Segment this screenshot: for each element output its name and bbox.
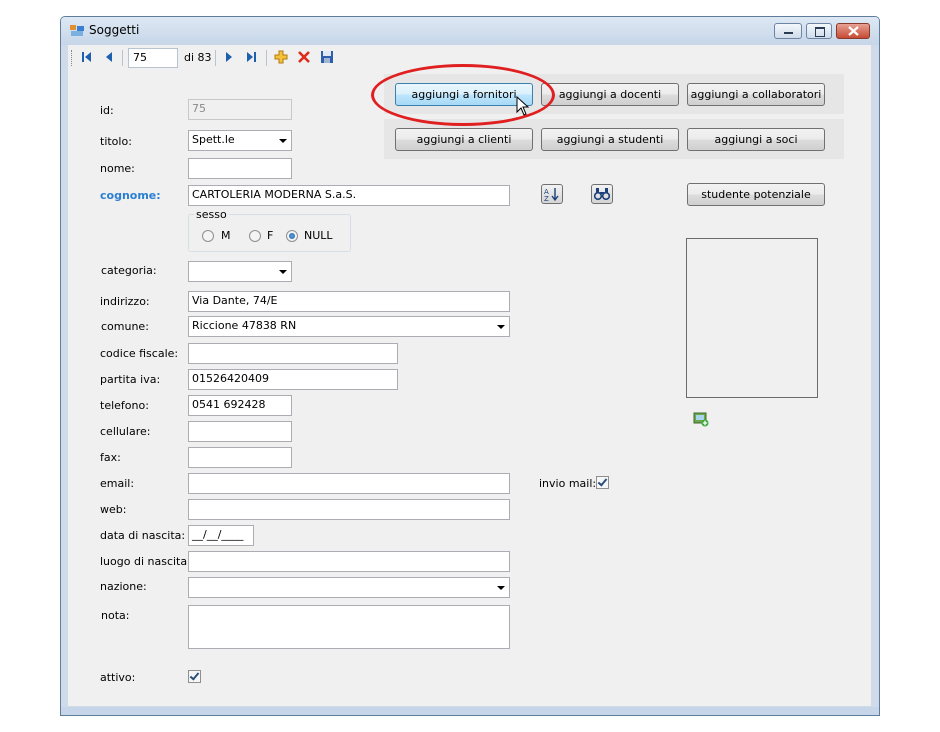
- nota-label: nota:: [101, 609, 130, 622]
- maximize-button[interactable]: [806, 23, 832, 39]
- sesso-f-label: F: [267, 229, 274, 242]
- sesso-label: sesso: [194, 208, 229, 221]
- first-record-icon[interactable]: [81, 51, 93, 63]
- titolo-label: titolo:: [100, 135, 132, 148]
- record-position-input[interactable]: 75: [128, 48, 178, 68]
- sesso-m-radio[interactable]: [202, 230, 214, 242]
- add-to-clients-button[interactable]: aggiungi a clienti: [395, 128, 533, 151]
- codice-fiscale-field[interactable]: [188, 343, 398, 364]
- title-bar: Soggetti: [61, 17, 879, 45]
- comune-label: comune:: [101, 320, 149, 333]
- comune-select[interactable]: Riccione 47838 RN: [188, 316, 510, 337]
- comune-value: Riccione 47838 RN: [192, 319, 297, 332]
- sesso-null-radio[interactable]: [286, 230, 298, 242]
- sesso-f-radio[interactable]: [249, 230, 261, 242]
- previous-record-icon[interactable]: [104, 51, 114, 63]
- close-window-button[interactable]: [836, 23, 870, 39]
- window-bottom-frame: [61, 707, 879, 715]
- partita-iva-field[interactable]: 01526420409: [188, 369, 398, 390]
- record-count-label: di 83: [184, 51, 212, 64]
- search-button[interactable]: [591, 184, 613, 204]
- nome-field[interactable]: [188, 158, 292, 179]
- codice-fiscale-label: codice fiscale:: [100, 347, 179, 360]
- nome-label: nome:: [100, 162, 135, 175]
- delete-record-icon[interactable]: [297, 50, 311, 64]
- maximize-icon: [815, 27, 825, 37]
- titolo-select[interactable]: Spett.le: [188, 130, 292, 151]
- toolbar-grip: [71, 50, 74, 66]
- attivo-checkbox[interactable]: [188, 670, 201, 683]
- sesso-m-label: M: [221, 229, 231, 242]
- cognome-label: cognome:: [100, 189, 161, 202]
- email-field[interactable]: [188, 473, 510, 494]
- telefono-field[interactable]: 0541 692428: [188, 395, 292, 416]
- toolbar-separator: [122, 50, 123, 66]
- dropdown-arrow-icon: [497, 325, 505, 329]
- telefono-label: telefono:: [100, 399, 149, 412]
- svg-text:Z: Z: [544, 195, 549, 202]
- indirizzo-label: indirizzo:: [100, 295, 150, 308]
- nota-textarea[interactable]: [188, 605, 510, 649]
- minimize-button[interactable]: [774, 23, 802, 39]
- cellulare-field[interactable]: [188, 421, 292, 442]
- nazione-select[interactable]: [188, 577, 510, 598]
- mouse-cursor-icon: [516, 96, 530, 116]
- email-label: email:: [100, 477, 135, 490]
- invio-mail-checkbox[interactable]: [596, 476, 609, 489]
- toolbar-separator: [266, 50, 267, 66]
- fax-label: fax:: [100, 451, 121, 464]
- web-label: web:: [100, 503, 127, 516]
- cognome-field[interactable]: CARTOLERIA MODERNA S.a.S.: [188, 185, 510, 206]
- fax-field[interactable]: [188, 447, 292, 468]
- cellulare-label: cellulare:: [100, 425, 151, 438]
- luogo-nascita-label: luogo di nascita:: [100, 555, 191, 568]
- data-nascita-label: data di nascita:: [100, 529, 186, 542]
- web-field[interactable]: [188, 499, 510, 520]
- titolo-value: Spett.le: [192, 133, 235, 146]
- save-record-icon[interactable]: [320, 50, 334, 64]
- add-to-students-button[interactable]: aggiungi a studenti: [541, 128, 679, 151]
- sort-button[interactable]: A Z: [541, 184, 563, 204]
- id-label: id:: [100, 104, 114, 117]
- add-to-collaborators-button[interactable]: aggiungi a collaboratori: [687, 83, 825, 106]
- window-title: Soggetti: [89, 23, 140, 37]
- toolbar-separator: [215, 50, 216, 66]
- nazione-label: nazione:: [100, 580, 147, 593]
- attivo-label: attivo:: [100, 671, 136, 684]
- potential-student-button[interactable]: studente potenziale: [687, 183, 825, 206]
- categoria-label: categoria:: [101, 264, 157, 277]
- dropdown-arrow-icon: [497, 586, 505, 590]
- invio-mail-label: invio mail:: [539, 477, 597, 490]
- categoria-select[interactable]: [188, 261, 292, 282]
- partita-iva-label: partita iva:: [100, 373, 161, 386]
- minimize-icon: [784, 32, 793, 34]
- add-to-teachers-button[interactable]: aggiungi a docenti: [541, 83, 679, 106]
- last-record-icon[interactable]: [245, 51, 257, 63]
- add-record-icon[interactable]: [274, 50, 288, 64]
- id-field: 75: [188, 99, 292, 120]
- next-record-icon[interactable]: [224, 51, 234, 63]
- data-nascita-field[interactable]: __/__/____: [188, 525, 254, 546]
- binoculars-icon: [593, 188, 611, 201]
- sesso-null-label: NULL: [304, 229, 333, 242]
- add-to-members-button[interactable]: aggiungi a soci: [687, 128, 825, 151]
- photo-box: [686, 238, 818, 398]
- dropdown-arrow-icon: [279, 139, 287, 143]
- luogo-nascita-field[interactable]: [188, 551, 510, 572]
- dropdown-arrow-icon: [279, 270, 287, 274]
- add-image-icon[interactable]: [693, 411, 709, 427]
- sort-az-icon: A Z: [544, 188, 559, 203]
- form-icon: [70, 25, 84, 36]
- indirizzo-field[interactable]: Via Dante, 74/E: [188, 291, 510, 312]
- close-icon: [848, 26, 859, 36]
